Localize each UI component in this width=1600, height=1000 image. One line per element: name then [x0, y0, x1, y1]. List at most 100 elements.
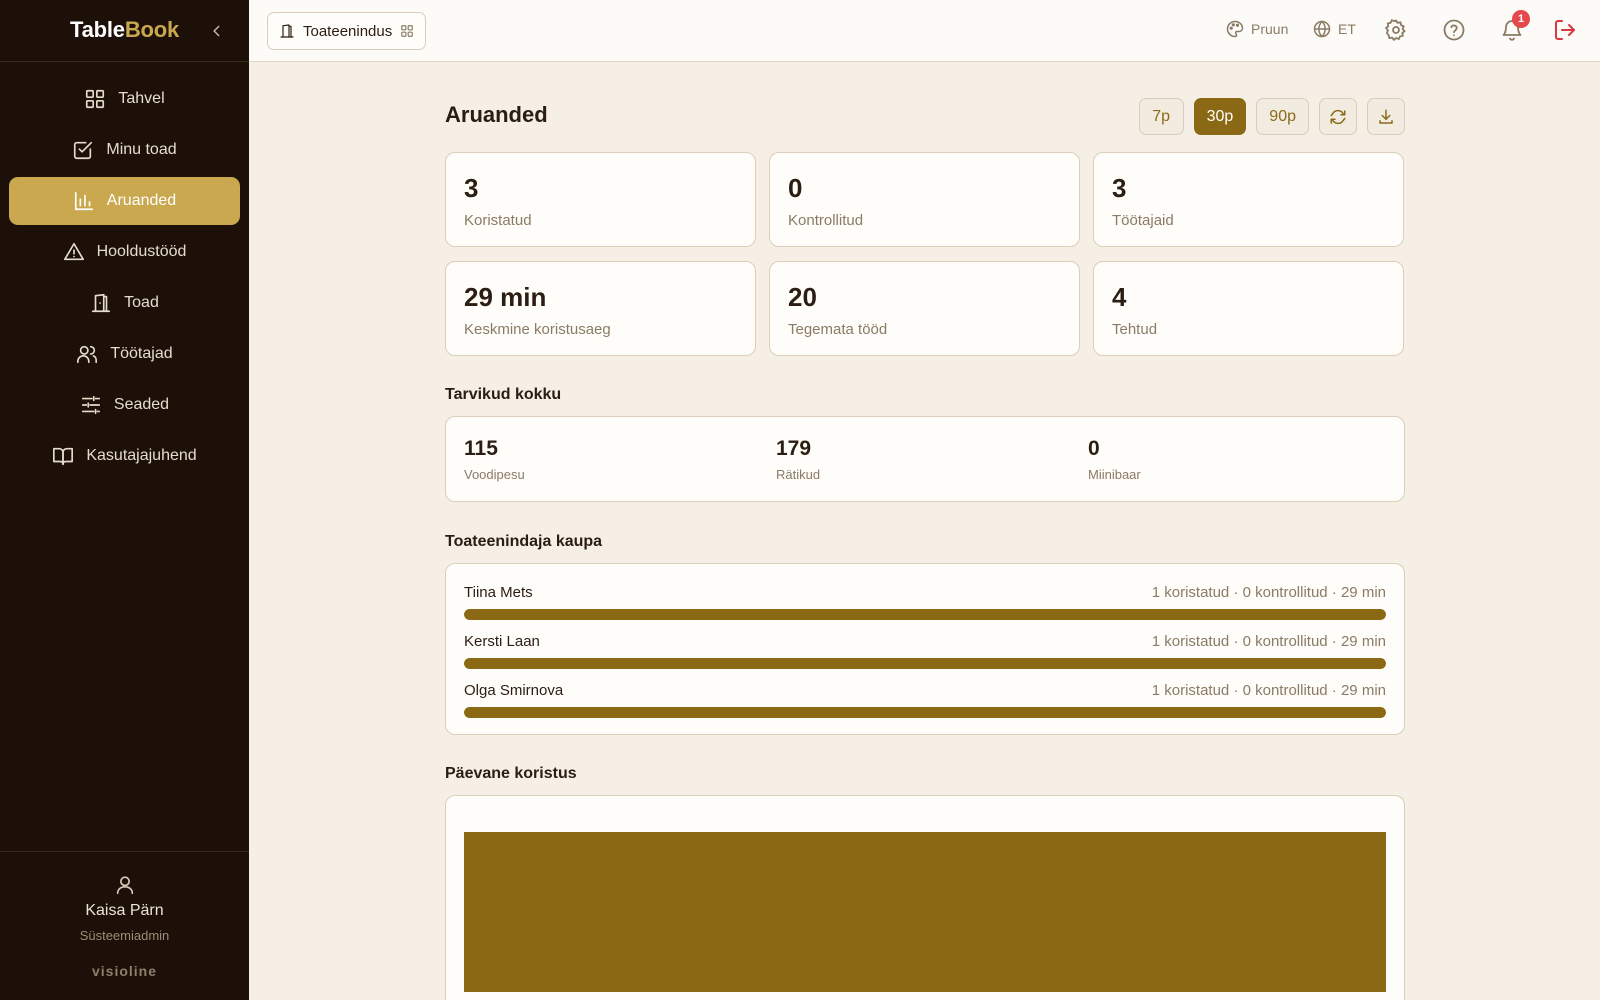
- sidebar-item-hooldustood[interactable]: Hooldustööd: [9, 228, 240, 276]
- door-icon: [280, 24, 294, 38]
- stat-label: Kontrollitud: [788, 212, 864, 229]
- check-square-icon: [74, 141, 93, 160]
- progress-bar: [464, 707, 1386, 718]
- sidebar-item-aruanded[interactable]: Aruanded: [9, 177, 240, 225]
- supply-label: Rätikud: [776, 467, 821, 482]
- sidebar-item-label: Aruanded: [106, 192, 177, 209]
- logout-icon: [1555, 20, 1575, 40]
- collapse-sidebar-button[interactable]: [206, 20, 228, 42]
- supplies-card: 115 Voodipesu 179 Rätikud 0 Miinibaar: [445, 416, 1405, 502]
- stats-grid: 3 Koristatud 0 Kontrollitud 3 Töötajaid …: [445, 152, 1405, 356]
- sidebar-item-label: Hooldustööd: [96, 243, 187, 260]
- refresh-button[interactable]: [1319, 98, 1357, 135]
- daily-section-title: Päevane koristus: [445, 765, 577, 782]
- avatar[interactable]: [0, 874, 249, 896]
- title-row: Aruanded 7p 30p 90p: [445, 62, 1405, 152]
- download-button[interactable]: [1367, 98, 1405, 135]
- notifications-button[interactable]: 1: [1500, 10, 1530, 42]
- brand-bar: TableBook: [0, 0, 249, 62]
- progress-track: [464, 707, 1386, 718]
- sidebar-item-kasutajajuhend[interactable]: Kasutajajuhend: [9, 432, 240, 480]
- download-icon: [1379, 109, 1393, 124]
- staff-row: Kersti Laan 1 koristatud · 0 kontrollitu…: [464, 633, 1386, 682]
- sidebar-item-seaded[interactable]: Seaded: [9, 381, 240, 429]
- progress-track: [464, 609, 1386, 620]
- stat-card-cleaned: 3 Koristatud: [445, 152, 756, 247]
- reports-page: Aruanded 7p 30p 90p 3 Koristatud 0 Kontr…: [445, 62, 1405, 1000]
- door-icon: [92, 293, 111, 313]
- brand-part2: Book: [124, 17, 180, 42]
- staff-row: Olga Smirnova 1 koristatud · 0 kontrolli…: [464, 682, 1386, 731]
- user-name: Kaisa Pärn: [85, 902, 164, 919]
- supply-value: 0: [1088, 437, 1100, 460]
- user-icon: [116, 876, 133, 895]
- stat-label: Töötajaid: [1112, 212, 1174, 229]
- grid-icon: [86, 89, 105, 109]
- staff-card: Tiina Mets 1 koristatud · 0 kontrollitud…: [445, 563, 1405, 735]
- app-logo: TableBook: [70, 17, 179, 43]
- daily-chart-card: [445, 795, 1405, 1000]
- users-icon: [77, 345, 98, 364]
- theme-button[interactable]: Pruun: [1225, 19, 1288, 39]
- staff-stats: 1 koristatud · 0 kontrollitud · 29 min: [1151, 682, 1386, 699]
- stat-value: 4: [1112, 282, 1127, 312]
- supply-item: 0 Miinibaar: [1088, 437, 1141, 482]
- language-label: ET: [1338, 21, 1356, 37]
- sidebar-nav: Tahvel Minu toad Aruanded Hooldustööd To…: [0, 62, 249, 480]
- user-role: Süsteemiadmin: [79, 928, 170, 943]
- staff-stats: 1 koristatud · 0 kontrollitud · 29 min: [1151, 584, 1386, 601]
- brand-part1: Table: [70, 17, 125, 42]
- help-icon: [1443, 19, 1465, 41]
- stat-label: Koristatud: [464, 212, 532, 229]
- staff-name: Olga Smirnova: [464, 682, 564, 699]
- supply-label: Miinibaar: [1088, 467, 1141, 482]
- sidebar-item-tootajad[interactable]: Töötajad: [9, 330, 240, 378]
- staff-name: Kersti Laan: [464, 633, 540, 650]
- department-label: Toateenindus: [303, 22, 393, 40]
- sidebar-item-toad[interactable]: Toad: [9, 279, 240, 327]
- stat-card-pending: 20 Tegemata tööd: [769, 261, 1080, 356]
- range-7-button[interactable]: 7p: [1138, 98, 1184, 135]
- range-controls: 7p 30p 90p: [1138, 98, 1405, 135]
- language-button[interactable]: ET: [1312, 19, 1356, 39]
- stat-label: Keskmine koristusaeg: [464, 321, 611, 338]
- staff-row: Tiina Mets 1 koristatud · 0 kontrollitud…: [464, 584, 1386, 633]
- range-30-button[interactable]: 30p: [1193, 98, 1247, 135]
- supply-item: 115 Voodipesu: [464, 437, 525, 482]
- stat-card-done: 4 Tehtud: [1093, 261, 1404, 356]
- staff-section-title: Toateenindaja kaupa: [445, 533, 603, 550]
- stat-label: Tegemata tööd: [788, 321, 888, 338]
- sidebar-item-minu-toad[interactable]: Minu toad: [9, 126, 240, 174]
- notification-badge: 1: [1512, 10, 1530, 28]
- supply-item: 179 Rätikud: [776, 437, 820, 482]
- progress-track: [464, 658, 1386, 669]
- sidebar-item-label: Töötajad: [110, 345, 173, 362]
- stat-value: 29 min: [464, 282, 547, 312]
- stat-value: 20: [788, 282, 817, 312]
- refresh-icon: [1330, 109, 1346, 124]
- chevron-left-icon: [213, 25, 220, 37]
- supplies-title: Tarvikud kokku: [445, 386, 562, 403]
- logout-button[interactable]: [1553, 18, 1577, 42]
- sliders-icon: [81, 395, 100, 415]
- range-90-button[interactable]: 90p: [1256, 98, 1309, 135]
- sidebar-item-label: Kasutajajuhend: [86, 447, 197, 464]
- sidebar-item-tahvel[interactable]: Tahvel: [9, 75, 240, 123]
- user-panel: Kaisa Pärn Süsteemiadmin visioline: [0, 851, 249, 1000]
- palette-icon: [1226, 20, 1244, 38]
- daily-bar: [464, 832, 1386, 992]
- page-title: Aruanded: [445, 102, 548, 127]
- sidebar-item-label: Toad: [124, 294, 159, 311]
- progress-bar: [464, 658, 1386, 669]
- department-selector[interactable]: Toateenindus: [267, 12, 427, 50]
- bar-chart-icon: [74, 191, 93, 211]
- staff-name: Tiina Mets: [464, 584, 533, 601]
- help-button[interactable]: [1442, 18, 1466, 42]
- globe-icon: [1313, 20, 1331, 38]
- stat-card-avg-time: 29 min Keskmine koristusaeg: [445, 261, 756, 356]
- supply-value: 115: [464, 437, 498, 460]
- settings-button[interactable]: [1384, 18, 1408, 42]
- sidebar-item-label: Tahvel: [118, 90, 165, 107]
- stat-value: 0: [788, 173, 803, 203]
- theme-label: Pruun: [1251, 21, 1289, 37]
